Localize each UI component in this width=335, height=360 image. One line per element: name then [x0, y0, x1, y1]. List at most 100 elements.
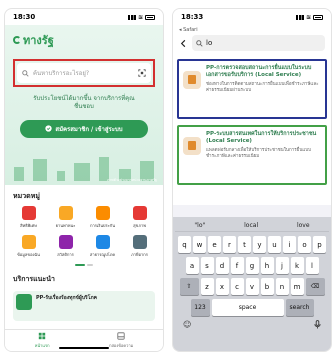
key-h[interactable]: h: [260, 257, 274, 274]
hero-note: ภาพตัวอย่างจากหน่วยงานภาครัฐ: [107, 178, 157, 182]
key-s[interactable]: s: [200, 257, 214, 274]
search-results-list: PP-การตรวจสอบสถานะการยื่นแบบในระบบเอกสาร…: [173, 55, 331, 205]
category-label: สิทธิพิเศษ: [20, 223, 37, 228]
hero-banner: ทางรัฐ ค้นหาบริการอะไรอยู่? รับประโยชน์ไ…: [5, 25, 163, 185]
shift-key[interactable]: ⇧: [179, 278, 199, 295]
key-o[interactable]: o: [298, 236, 311, 253]
key-m[interactable]: m: [290, 278, 304, 295]
suggestion-item[interactable]: local: [244, 222, 258, 229]
key-u[interactable]: u: [268, 236, 281, 253]
category-item[interactable]: สุขภาพ: [122, 206, 157, 229]
key-d[interactable]: d: [215, 257, 229, 274]
recommended-card[interactable]: PP-รับเรื่องร้องทุกข์ผู้บริโภค: [13, 291, 155, 321]
category-item[interactable]: ข้อมูลของฉัน: [11, 235, 46, 258]
key-c[interactable]: c: [230, 278, 244, 295]
key-a[interactable]: a: [185, 257, 199, 274]
category-item[interactable]: ยานพาหนะ: [48, 206, 83, 229]
key-l[interactable]: l: [305, 257, 319, 274]
key-v[interactable]: v: [245, 278, 259, 295]
tab-label: กล่องข้อความ: [109, 343, 134, 348]
category-label: สาธารณูปโภค: [89, 252, 116, 257]
hero-text-line: ชื่นชอบ: [74, 103, 94, 111]
qr-scan-icon[interactable]: [138, 69, 146, 77]
category-grid: สิทธิพิเศษ ยานพาหนะ การเงินประกัน สุขภาพข้อ…: [5, 206, 163, 258]
category-label: สุขภาพ: [133, 223, 146, 228]
category-item[interactable]: ภาษีอากร: [122, 235, 157, 258]
microphone-icon[interactable]: [314, 320, 321, 331]
category-icon: [58, 206, 73, 220]
category-item[interactable]: การเงินประกัน: [85, 206, 120, 229]
signal-icon: [295, 14, 304, 20]
key-q[interactable]: q: [178, 236, 191, 253]
category-label: ยานพาหนะ: [55, 223, 76, 228]
key-y[interactable]: y: [253, 236, 266, 253]
category-item[interactable]: สาธารณูปโภค: [85, 235, 120, 258]
key-g[interactable]: g: [245, 257, 259, 274]
suggestion-item[interactable]: love: [297, 222, 310, 229]
key-e[interactable]: e: [208, 236, 221, 253]
key-x[interactable]: x: [215, 278, 229, 295]
back-arrow-icon[interactable]: [179, 39, 188, 48]
keyboard-row-4: 123 space search: [175, 299, 329, 316]
hero-description: รับประโยชน์ได้มากขึ้น จากบริการที่คุณ ชื…: [13, 95, 155, 112]
result-title: PP-ระบบสารสนเทศในการให้บริการประชาชน (Lo…: [206, 131, 317, 145]
search-placeholder: ค้นหาบริการอะไรอยู่?: [33, 70, 90, 77]
emoji-icon[interactable]: ☺: [183, 320, 191, 331]
key-j[interactable]: j: [275, 257, 289, 274]
status-time: 18:33: [181, 13, 204, 21]
wifi-icon: ≋: [137, 13, 143, 21]
category-label: ภาษีอากร: [131, 252, 148, 257]
back-to-app-link[interactable]: ◂ Safari: [179, 27, 325, 33]
key-i[interactable]: i: [283, 236, 296, 253]
search-value: lo: [206, 39, 213, 47]
category-title: หมวดหมู่: [13, 192, 40, 200]
key-k[interactable]: k: [290, 257, 304, 274]
delete-key[interactable]: ⌫: [305, 278, 325, 295]
category-item[interactable]: สวัสดิการ: [48, 235, 83, 258]
key-t[interactable]: t: [238, 236, 251, 253]
search-icon: [22, 69, 29, 77]
battery-icon: [145, 14, 155, 20]
search-header: ◂ Safari lo: [173, 25, 331, 55]
signal-icon: [127, 14, 136, 20]
recommended-card-title: PP-รับเรื่องร้องทุกข์ผู้บริโภค: [36, 295, 98, 301]
tab-label: หน้าแรก: [34, 343, 50, 348]
category-item[interactable]: สิทธิพิเศษ: [11, 206, 46, 229]
keyboard-bottom-bar: ☺: [175, 316, 329, 331]
service-thumbnail: [16, 294, 32, 310]
category-icon: [21, 235, 36, 249]
keyboard-suggestions: "lo" local love: [175, 220, 329, 232]
key-z[interactable]: z: [200, 278, 214, 295]
key-b[interactable]: b: [260, 278, 274, 295]
key-n[interactable]: n: [275, 278, 289, 295]
status-bar: 18:30 ≋: [5, 9, 163, 25]
space-key[interactable]: space: [211, 299, 284, 316]
key-f[interactable]: f: [230, 257, 244, 274]
numbers-key[interactable]: 123: [190, 299, 210, 316]
tab-home[interactable]: หน้าแรก: [35, 332, 50, 349]
search-input[interactable]: ค้นหาบริการอะไรอยู่?: [17, 63, 151, 83]
keyboard-row-1: qwertyuiop: [175, 236, 329, 253]
key-w[interactable]: w: [193, 236, 206, 253]
logo-text: ทางรัฐ: [23, 34, 54, 47]
status-time: 18:30: [13, 13, 36, 21]
category-label: ข้อมูลของฉัน: [17, 252, 40, 257]
register-login-button[interactable]: สมัครสมาชิก / เข้าสู่ระบบ: [20, 119, 148, 138]
search-key[interactable]: search: [285, 299, 314, 316]
recommended-title: บริการแนะนำ: [13, 275, 55, 283]
tab-inbox[interactable]: กล่องข้อความ: [109, 332, 133, 349]
app-logo: ทางรัฐ: [13, 31, 155, 49]
suggestion-item[interactable]: "lo": [194, 222, 205, 229]
search-result-item[interactable]: PP-การตรวจสอบสถานะการยื่นแบบในระบบเอกสาร…: [177, 59, 327, 119]
home-icon: [38, 332, 46, 341]
keyboard: "lo" local love qwertyuiop asdfghjkl ⇧ z…: [173, 217, 331, 351]
key-r[interactable]: r: [223, 236, 236, 253]
search-result-item[interactable]: PP-ระบบสารสนเทศในการให้บริการประชาชน (Lo…: [177, 125, 327, 185]
key-p[interactable]: p: [313, 236, 326, 253]
category-icon: [95, 206, 110, 220]
battery-icon: [313, 14, 323, 20]
home-screen: 18:30 ≋ ทางรัฐ ค้นหาบริการอะไรอยู่? รับป…: [4, 8, 164, 352]
check-circle-icon: [45, 125, 53, 132]
status-bar: 18:33 ≋: [173, 9, 331, 25]
search-input[interactable]: lo: [192, 35, 325, 51]
